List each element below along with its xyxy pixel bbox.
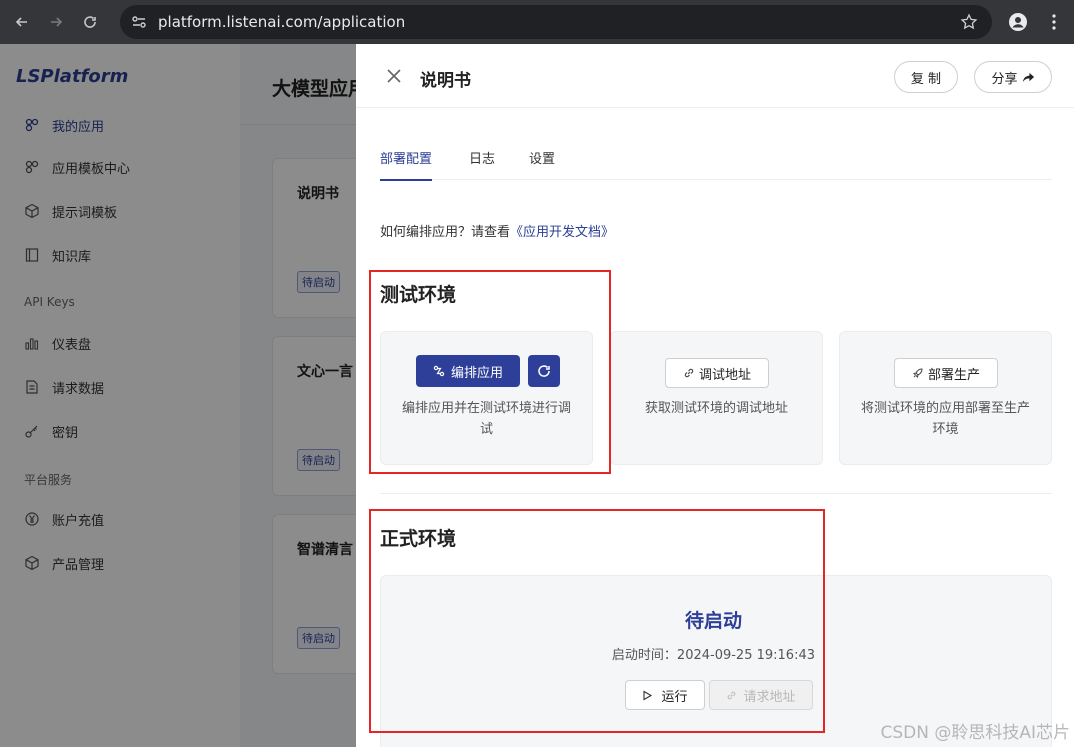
highlight-test-env: [369, 270, 611, 474]
address-bar[interactable]: platform.listenai.com/application: [120, 5, 992, 39]
browser-toolbar: platform.listenai.com/application: [0, 0, 1074, 44]
share-arrow-icon: [1022, 72, 1034, 82]
rocket-icon: [913, 368, 923, 378]
link-icon: [684, 368, 694, 378]
deploy-prod-desc: 将测试环境的应用部署至生产环境: [860, 401, 1030, 437]
drawer-tabs: 部署配置 日志 设置: [380, 140, 1052, 181]
deploy-prod-button[interactable]: 部署生产: [894, 358, 998, 388]
site-settings-icon[interactable]: [130, 13, 148, 31]
tab-deploy-config[interactable]: 部署配置: [380, 148, 433, 181]
forward-icon[interactable]: [44, 10, 68, 34]
section-divider: [380, 493, 1052, 494]
close-icon[interactable]: [384, 66, 404, 86]
drawer-header: 说明书 复 制 分享: [356, 44, 1074, 108]
watermark: CSDN @聆思科技AI芯片: [880, 723, 1070, 743]
debug-url-desc: 获取测试环境的调试地址: [644, 401, 788, 416]
back-icon[interactable]: [10, 10, 34, 34]
debug-url-card: 调试地址 获取测试环境的调试地址: [610, 331, 823, 465]
bookmark-star-icon[interactable]: [960, 13, 978, 31]
profile-icon[interactable]: [1006, 10, 1030, 34]
drawer-title: 说明书: [420, 71, 471, 91]
share-button-label: 分享: [991, 71, 1018, 87]
tab-settings[interactable]: 设置: [529, 148, 555, 179]
menu-kebab-icon[interactable]: [1042, 10, 1066, 34]
dev-docs-link[interactable]: 《应用开发文档》: [510, 225, 614, 240]
copy-button[interactable]: 复 制: [894, 61, 958, 93]
howto-text: 如何编排应用？请查看《应用开发文档》: [380, 221, 614, 240]
tab-logs[interactable]: 日志: [469, 148, 495, 179]
deploy-prod-card: 部署生产 将测试环境的应用部署至生产环境: [839, 331, 1052, 465]
share-button[interactable]: 分享: [974, 61, 1052, 93]
highlight-prod-env: [369, 509, 825, 733]
url-text[interactable]: platform.listenai.com/application: [158, 13, 405, 31]
debug-url-label: 调试地址: [698, 367, 751, 383]
reload-icon[interactable]: [78, 10, 102, 34]
debug-url-button[interactable]: 调试地址: [665, 358, 769, 388]
deploy-prod-label: 部署生产: [927, 367, 980, 383]
howto-prefix: 如何编排应用？请查看: [380, 225, 511, 240]
